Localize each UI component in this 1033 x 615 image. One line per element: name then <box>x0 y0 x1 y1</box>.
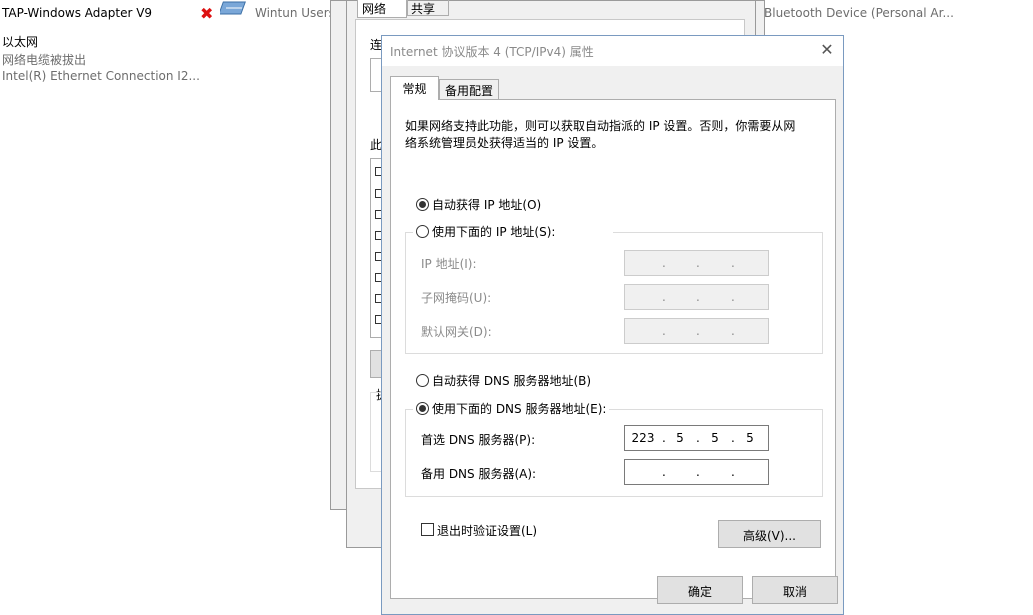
default-gateway-field: ... <box>624 318 769 344</box>
ethernet-status: 网络电缆被拔出 <box>2 53 87 67</box>
dns-auto-radio[interactable] <box>416 374 429 387</box>
tab-share-label: 共享 <box>411 2 436 16</box>
tab-alternate-config-label: 备用配置 <box>444 84 493 98</box>
alternate-dns-field[interactable]: . . . <box>624 459 769 485</box>
ip-manual-radio[interactable] <box>416 225 429 238</box>
ok-button[interactable]: 确定 <box>657 576 743 604</box>
adapter-tap-name: TAP-Windows Adapter V9 <box>2 6 153 20</box>
advanced-button[interactable]: 高级(V)... <box>718 520 821 548</box>
network-adapter-icon <box>218 0 250 18</box>
preferred-dns-octet-1[interactable]: 223 <box>631 431 655 445</box>
dns-auto-label[interactable]: 自动获得 DNS 服务器地址(B) <box>432 372 591 389</box>
subnet-mask-field: ... <box>624 284 769 310</box>
ip-manual-label[interactable]: 使用下面的 IP 地址(S): <box>432 223 555 240</box>
radio-selected-dot <box>419 405 426 412</box>
ethernet-device: Intel(R) Ethernet Connection I2... <box>2 69 200 83</box>
description-line-1: 如果网络支持此功能，则可以获取自动指派的 IP 设置。否则，你需要从网 <box>405 119 796 133</box>
close-icon[interactable]: ✕ <box>819 40 835 60</box>
bluetooth-device: Bluetooth Device (Personal Ar... <box>764 6 954 20</box>
disconnected-x-icon: ✖ <box>200 4 214 23</box>
dns-manual-label[interactable]: 使用下面的 DNS 服务器地址(E): <box>432 400 606 417</box>
tab-general[interactable]: 常规 <box>390 76 439 100</box>
tab-share[interactable]: 共享 <box>407 0 449 16</box>
wintun-device: Wintun Users <box>255 6 335 20</box>
validate-label[interactable]: 退出时验证设置(L) <box>437 522 537 539</box>
cancel-button[interactable]: 取消 <box>752 576 838 604</box>
ipv4-properties-dialog: Internet 协议版本 4 (TCP/IPv4) 属性 ✕ 常规 备用配置 … <box>381 35 844 615</box>
alternate-dns-label: 备用 DNS 服务器(A): <box>421 467 537 481</box>
general-panel: 如果网络支持此功能，则可以获取自动指派的 IP 设置。否则，你需要从网 络系统管… <box>390 99 836 599</box>
ip-auto-label[interactable]: 自动获得 IP 地址(O) <box>432 196 541 213</box>
ip-address-label: IP 地址(I): <box>421 257 477 271</box>
tab-general-label: 常规 <box>402 82 427 96</box>
title-bar[interactable]: Internet 协议版本 4 (TCP/IPv4) 属性 ✕ <box>382 36 843 66</box>
default-gateway-label: 默认网关(D): <box>421 325 492 339</box>
ip-auto-radio[interactable] <box>416 198 429 211</box>
preferred-dns-octet-2[interactable]: 5 <box>668 431 692 445</box>
preferred-dns-field[interactable]: 223 . 5 . 5 . 5 <box>624 425 769 451</box>
description-line-2: 络系统管理员处获得适当的 IP 设置。 <box>405 136 604 150</box>
tab-alternate-config[interactable]: 备用配置 <box>439 79 499 100</box>
tab-network[interactable]: 网络 <box>357 0 407 18</box>
validate-checkbox[interactable] <box>421 523 434 536</box>
dns-manual-radio[interactable] <box>416 402 429 415</box>
preferred-dns-label: 首选 DNS 服务器(P): <box>421 433 536 447</box>
radio-selected-dot <box>419 201 426 208</box>
preferred-dns-octet-3[interactable]: 5 <box>703 431 727 445</box>
ip-address-field: ... <box>624 250 769 276</box>
dialog-title: Internet 协议版本 4 (TCP/IPv4) 属性 <box>390 45 594 59</box>
ethernet-name[interactable]: 以太网 <box>2 33 38 50</box>
tab-network-label: 网络 <box>362 2 387 16</box>
preferred-dns-octet-4[interactable]: 5 <box>738 431 762 445</box>
subnet-mask-label: 子网掩码(U): <box>421 291 492 305</box>
